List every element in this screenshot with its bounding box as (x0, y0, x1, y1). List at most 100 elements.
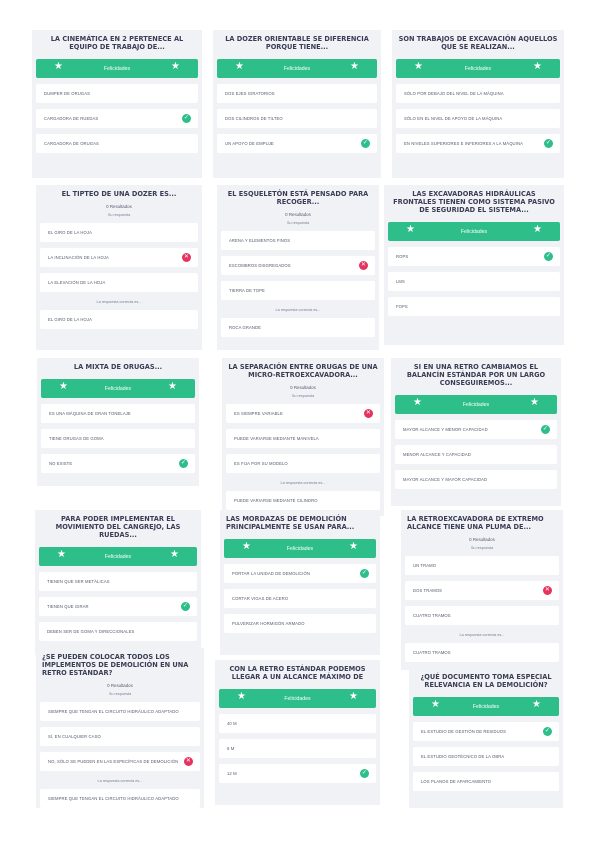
answer-option[interactable]: MAYOR ALCANCE Y MAYOR CAPACIDAD (395, 470, 557, 489)
your-answer-label: Su respuesta (291, 394, 315, 398)
success-banner: ★ Felicidades ★ (39, 547, 197, 566)
star-icon: ★ (237, 691, 246, 702)
quiz-card: LA DOZER ORIENTABLE SE DIFERENCIA PORQUE… (213, 30, 381, 178)
answer-option[interactable]: CARGADORA DE ORUGAS (36, 134, 198, 153)
answer-option[interactable]: DOS CILINDROS DE TILTEO (217, 109, 377, 128)
quiz-card: SI EN UNA RETRO CAMBIAMOS EL BALANCÍN ES… (391, 358, 561, 506)
answer-option[interactable]: NO EXISTE ✓ (41, 454, 195, 473)
cross-icon: ✕ (184, 757, 193, 766)
cross-icon: ✕ (364, 409, 373, 418)
answer-option[interactable]: LA INCLINACIÓN DE LA HOJA ✕ (40, 248, 198, 267)
answer-option[interactable]: ESCOMBROS DISGREGADOS ✕ (221, 256, 375, 275)
answer-option[interactable]: SÓLO POR DEBAJO DEL NIVEL DE LA MÁQUINA (396, 84, 560, 103)
answer-text: SIEMPRE QUE TENGAN EL CIRCUITO HIDRÁULIC… (48, 709, 179, 714)
answer-option[interactable]: EL GIRO DE LA HOJA (40, 310, 198, 329)
answer-option[interactable]: EL ESTUDIO DE GESTIÓN DE RESIDUOS ✓ (413, 722, 559, 741)
answer-option[interactable]: DUMPER DE ORUGAS (36, 84, 198, 103)
answer-option[interactable]: PUEDE VARIARSE MEDIANTE MANIVELA (226, 429, 380, 448)
answer-option[interactable]: CUATRO TRAMOS (405, 643, 559, 662)
answer-text: CARGADORA DE RUEDAS (44, 116, 99, 121)
star-icon: ★ (242, 541, 251, 552)
answer-text: FOPS (396, 304, 408, 309)
answer-option[interactable]: DOS TRAMOS ✕ (405, 581, 559, 600)
question-title: LAS EXCAVADORAS HIDRÁULICAS FRONTALES TI… (393, 190, 555, 214)
check-icon: ✓ (182, 114, 191, 123)
answer-option[interactable]: DEBEN SER DE GOMA Y DIRECCIONALES (39, 622, 197, 641)
success-banner: ★ Felicidades ★ (395, 395, 557, 414)
answer-option[interactable]: FOPS (388, 297, 560, 316)
answer-option[interactable]: SIEMPRE QUE TENGAN EL CIRCUITO HIDRÁULIC… (40, 702, 200, 721)
banner-label: Felicidades (284, 695, 311, 702)
star-icon: ★ (349, 691, 358, 702)
answer-option[interactable]: MAYOR ALCANCE Y MENOR CAPACIDAD ✓ (395, 420, 557, 439)
answer-option[interactable]: 6 M (219, 739, 376, 758)
check-icon: ✓ (543, 727, 552, 736)
answer-option[interactable]: PORTAR LA UNIDAD DE DEMOLICIÓN ✓ (224, 564, 376, 583)
answer-option[interactable]: 40 M (219, 714, 376, 733)
answer-option[interactable]: CORTAR VIGAS DE ACERO (224, 589, 376, 608)
answer-option[interactable]: ES UNA MÁQUINA DE GRAN TONELAJE (41, 404, 195, 423)
star-icon: ★ (532, 699, 541, 710)
results-count: 0 Resultados (285, 212, 311, 217)
correct-answer-label: La respuesta correcta es... (97, 779, 143, 783)
answer-option[interactable]: NO, SÓLO SE PUEDEN EN LAS ESPECÍFICAS DE… (40, 752, 200, 771)
answer-option[interactable]: TIENE ORUGAS DE GOMA (41, 429, 195, 448)
answer-option[interactable]: UN TRAMO (405, 556, 559, 575)
answer-option[interactable]: PULVERIZAR HORMIGÓN ARMADO (224, 614, 376, 633)
answer-option[interactable]: CUATRO TRAMOS (405, 606, 559, 625)
answer-option[interactable]: PUEDE VARIARSE MEDIANTE CILINDRO (226, 491, 380, 510)
answer-text: PULVERIZAR HORMIGÓN ARMADO (232, 621, 305, 626)
answer-option[interactable]: EL GIRO DE LA HOJA (40, 223, 198, 242)
answer-option[interactable]: TIENEN QUE SER METÁLICAS (39, 572, 197, 591)
answer-option[interactable]: EN NIVELES SUPERIORES E INFERIORES A LA … (396, 134, 560, 153)
star-icon: ★ (59, 381, 68, 392)
answer-option[interactable]: 12 M ✓ (219, 764, 376, 783)
answer-text: 6 M (227, 746, 235, 751)
answer-option[interactable]: TIENEN QUE GIRAR ✓ (39, 597, 197, 616)
answer-option[interactable]: CARGADORA DE RUEDAS ✓ (36, 109, 198, 128)
check-icon: ✓ (361, 139, 370, 148)
answer-text: EN NIVELES SUPERIORES E INFERIORES A LA … (404, 141, 523, 146)
answer-text: TIENE ORUGAS DE GOMA (49, 436, 104, 441)
success-banner: ★ Felicidades ★ (41, 379, 195, 398)
answer-text: SÍ, EN CUALQUIER CASO (48, 734, 101, 739)
answer-option[interactable]: ROPS ✓ (388, 247, 560, 266)
answer-option[interactable]: EL ESTUDIO GEOTÉCNICO DE LA OBRA (413, 747, 559, 766)
answer-option[interactable]: SÍ, EN CUALQUIER CASO (40, 727, 200, 746)
check-icon: ✓ (541, 425, 550, 434)
answer-option[interactable]: MENOR ALCANCE Y CAPACIDAD (395, 445, 557, 464)
check-icon: ✓ (544, 252, 553, 261)
answer-text: CORTAR VIGAS DE ACERO (232, 596, 289, 601)
answer-text: SÓLO POR DEBAJO DEL NIVEL DE LA MÁQUINA (404, 91, 504, 96)
answer-option[interactable]: ES FIJA POR SU MODELO (226, 454, 380, 473)
answer-option[interactable]: LMS (388, 272, 560, 291)
answer-option[interactable]: DOS EJES GIRATORIOS (217, 84, 377, 103)
banner-label: Felicidades (462, 401, 490, 408)
answer-text: LMS (396, 279, 405, 284)
answer-option[interactable]: UN APOYO DE EMPUJE ✓ (217, 134, 377, 153)
answer-option[interactable]: SÓLO EN EL NIVEL DE APOYO DE LA MÁQUINA (396, 109, 560, 128)
answer-text: ES FIJA POR SU MODELO (234, 461, 288, 466)
star-icon: ★ (54, 61, 63, 72)
success-banner: ★ Felicidades ★ (217, 59, 377, 78)
answer-text: MENOR ALCANCE Y CAPACIDAD (403, 452, 471, 457)
question-title: EL TIPTEO DE UNA DOZER ES... (61, 190, 177, 198)
answer-option[interactable]: TIERRA DE TOPE (221, 281, 375, 300)
star-icon: ★ (530, 397, 539, 408)
answer-option[interactable]: ROCA GRANDE (221, 318, 375, 337)
answer-option[interactable]: ES SIEMPRE VARIABLE ✕ (226, 404, 380, 423)
answer-option[interactable]: SIEMPRE QUE TENGAN EL CIRCUITO HIDRÁULIC… (40, 789, 200, 808)
cross-icon: ✕ (182, 253, 191, 262)
answer-text: NO, SÓLO SE PUEDEN EN LAS ESPECÍFICAS DE… (48, 759, 179, 764)
star-icon: ★ (533, 61, 542, 72)
answer-option[interactable]: LA ELEVACIÓN DE LA HOJA (40, 273, 198, 292)
answer-option[interactable]: LOS PLANOS DE APARCAMIENTO (413, 772, 559, 791)
answer-text: LA INCLINACIÓN DE LA HOJA (48, 255, 109, 260)
question-title: EL ESQUELETÓN ESTÁ PENSADO PARA RECOGER.… (227, 190, 369, 206)
your-answer-label: Su respuesta (286, 221, 310, 225)
correct-answer-label: La respuesta correcta es... (280, 481, 326, 485)
results-count: 0 Resultados (106, 204, 132, 209)
answer-text: SÓLO EN EL NIVEL DE APOYO DE LA MÁQUINA (404, 116, 503, 121)
banner-label: Felicidades (472, 703, 500, 710)
answer-option[interactable]: ARENA Y ELEMENTOS FINOS (221, 231, 375, 250)
